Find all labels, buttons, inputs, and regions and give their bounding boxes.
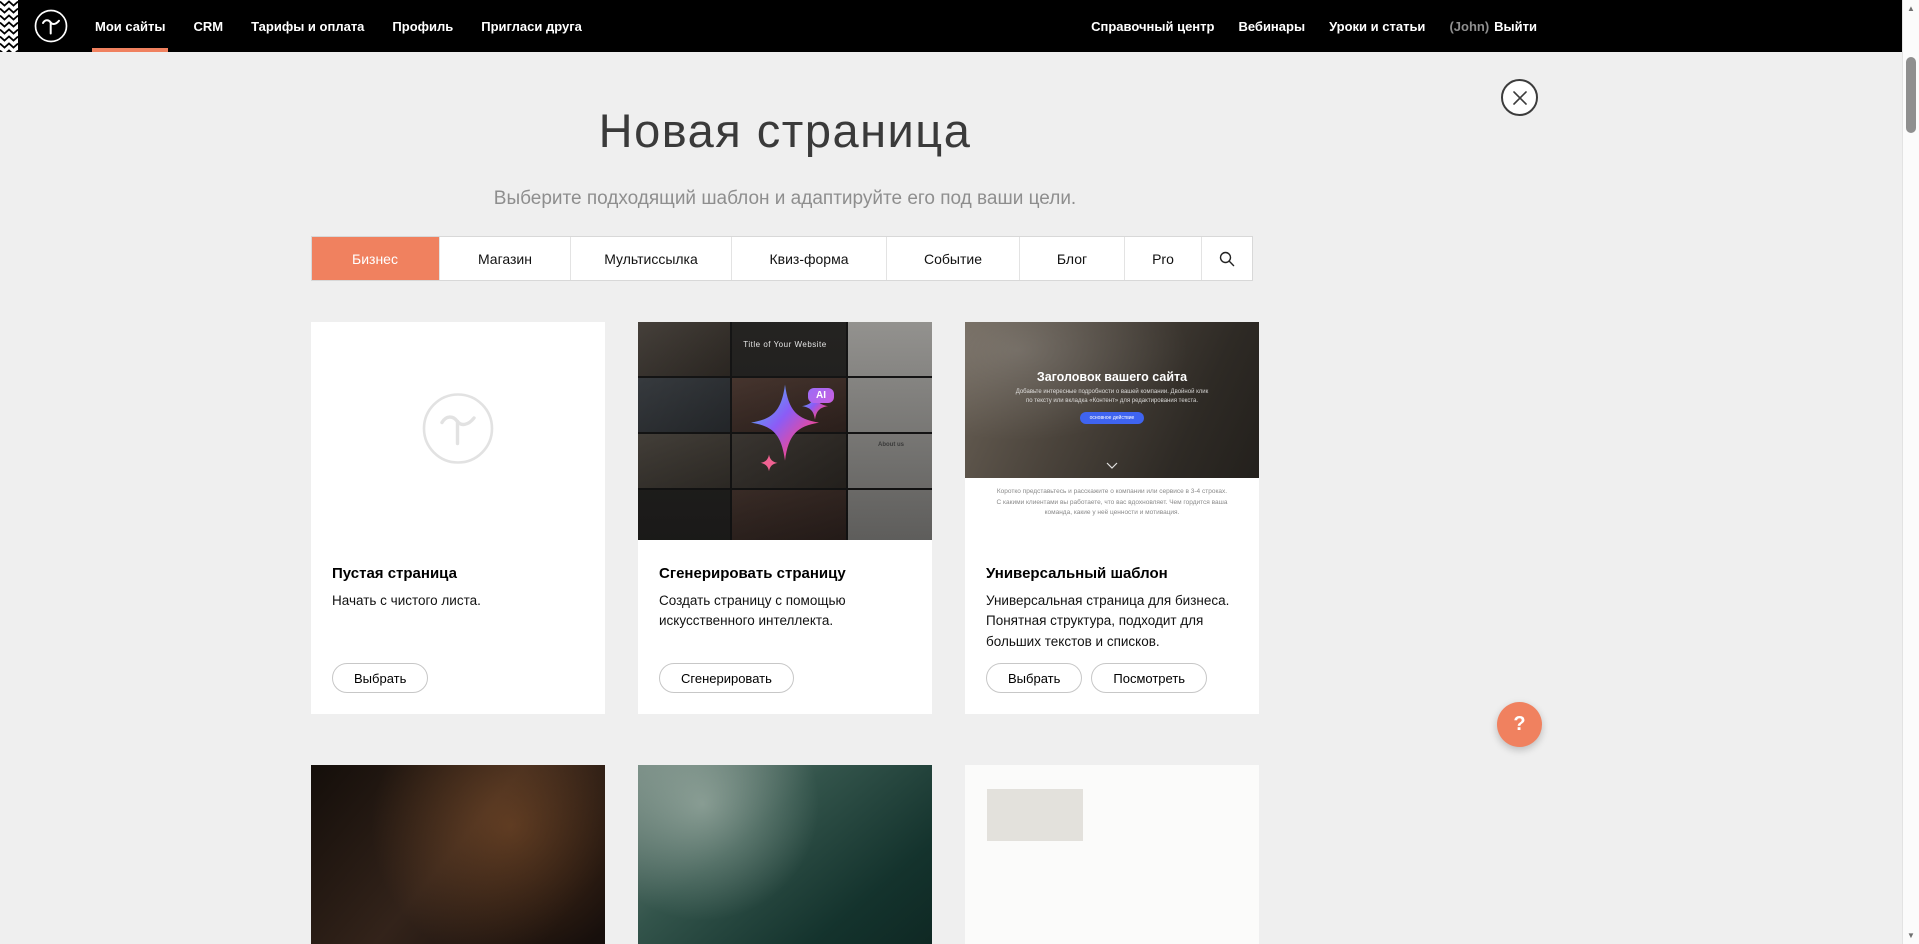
card-body: Сгенерировать страницу Создать страницу … <box>638 540 932 714</box>
tab-business[interactable]: Бизнес <box>311 236 440 281</box>
card-title: Сгенерировать страницу <box>659 565 911 582</box>
card-actions: Выбрать <box>332 663 584 693</box>
nav-help-center[interactable]: Справочный центр <box>1091 19 1214 34</box>
template-preview[interactable] <box>965 765 1259 944</box>
template-hero: Заголовок вашего сайта Добавьте интересн… <box>965 322 1259 478</box>
nav-tariffs[interactable]: Тарифы и оплата <box>251 0 364 52</box>
nav-crm[interactable]: CRM <box>193 0 223 52</box>
choose-template-button[interactable]: Выбрать <box>986 663 1082 693</box>
card-description: Начать с чистого листа. <box>332 591 584 611</box>
template-card <box>638 765 932 944</box>
nav-lessons[interactable]: Уроки и статьи <box>1329 19 1425 34</box>
card-actions: Сгенерировать <box>659 663 911 693</box>
nav-profile[interactable]: Профиль <box>392 0 453 52</box>
card-body: Универсальный шаблон Универсальная стран… <box>965 540 1259 714</box>
card-title: Универсальный шаблон <box>986 565 1238 582</box>
card-actions: Выбрать Посмотреть <box>986 663 1238 693</box>
template-card <box>965 765 1259 944</box>
tab-pro[interactable]: Pro <box>1125 237 1202 280</box>
scrollbar-thumb[interactable] <box>1906 57 1916 133</box>
nav-invite-friend[interactable]: Пригласи друга <box>481 0 582 52</box>
zigzag-pattern-decoration <box>0 0 18 52</box>
tab-blog[interactable]: Блог <box>1020 237 1125 280</box>
card-description: Универсальная страница для бизнеса. Поня… <box>986 591 1238 652</box>
tilda-new-page-screen: Мои сайты CRM Тарифы и оплата Профиль Пр… <box>0 0 1919 944</box>
ai-sparkle-icon <box>725 369 845 489</box>
universal-template-preview[interactable]: Заголовок вашего сайта Добавьте интересн… <box>965 322 1259 540</box>
tilda-watermark-icon <box>420 391 496 472</box>
generate-button[interactable]: Сгенерировать <box>659 663 794 693</box>
template-hero-subtitle: Добавьте интересные подробности о вашей … <box>1014 388 1210 406</box>
scroll-down-arrow[interactable]: ▼ <box>1903 931 1919 940</box>
tab-quiz-form[interactable]: Квиз-форма <box>732 237 887 280</box>
search-icon <box>1219 251 1235 267</box>
chevron-down-icon <box>1106 456 1118 474</box>
card-blank-page: Пустая страница Начать с чистого листа. … <box>311 322 605 714</box>
template-preview[interactable] <box>311 765 605 944</box>
preview-placeholder-block <box>987 789 1083 841</box>
blank-page-preview[interactable] <box>311 322 605 540</box>
ai-generate-preview[interactable]: Title of Your Website About us <box>638 322 932 540</box>
secondary-navigation: Справочный центр Вебинары Уроки и статьи… <box>1091 0 1537 52</box>
template-card <box>311 765 605 944</box>
tab-multilink[interactable]: Мультиссылка <box>571 237 732 280</box>
card-title: Пустая страница <box>332 565 584 582</box>
main-navigation: Мои сайты CRM Тарифы и оплата Профиль Пр… <box>95 0 582 52</box>
close-button[interactable] <box>1501 79 1538 116</box>
scrollbar[interactable]: ▲ ▼ <box>1902 0 1919 944</box>
template-hero-title: Заголовок вашего сайта <box>965 370 1259 384</box>
scroll-up-arrow[interactable]: ▲ <box>1903 4 1919 13</box>
close-icon <box>1513 91 1527 105</box>
template-hero-cta: основное действие <box>1080 412 1144 424</box>
choose-blank-button[interactable]: Выбрать <box>332 663 428 693</box>
ai-badge: AI <box>808 388 834 403</box>
tab-event[interactable]: Событие <box>887 237 1020 280</box>
collage-sample-title: Title of Your Website <box>638 340 932 349</box>
collage-about-label: About us <box>878 442 904 448</box>
user-name: (John) <box>1449 19 1489 34</box>
template-body-text: Коротко представьтесь и расскажите о ком… <box>965 478 1259 540</box>
card-universal-template: Заголовок вашего сайта Добавьте интересн… <box>965 322 1259 714</box>
view-template-button[interactable]: Посмотреть <box>1091 663 1207 693</box>
template-cards-row-2 <box>311 765 1259 944</box>
tab-search[interactable] <box>1202 237 1252 280</box>
page-subtitle: Выберите подходящий шаблон и адаптируйте… <box>311 188 1259 210</box>
template-cards-row-1: Пустая страница Начать с чистого листа. … <box>311 322 1259 714</box>
card-description: Создать страницу с помощью искусственног… <box>659 591 911 632</box>
card-body: Пустая страница Начать с чистого листа. … <box>311 540 605 714</box>
nav-my-sites[interactable]: Мои сайты <box>95 0 165 52</box>
tilda-logo[interactable] <box>33 8 69 44</box>
user-account: (John) Выйти <box>1449 19 1537 34</box>
tab-store[interactable]: Магазин <box>440 237 571 280</box>
logout-link[interactable]: Выйти <box>1494 19 1537 34</box>
card-ai-generate: Title of Your Website About us <box>638 322 932 714</box>
nav-webinars[interactable]: Вебинары <box>1238 19 1305 34</box>
template-preview[interactable] <box>638 765 932 944</box>
page-title: Новая страница <box>311 103 1259 158</box>
template-category-tabs: Бизнес Магазин Мультиссылка Квиз-форма С… <box>311 236 1253 281</box>
help-button[interactable]: ? <box>1497 702 1542 747</box>
top-navigation-bar: Мои сайты CRM Тарифы и оплата Профиль Пр… <box>0 0 1919 52</box>
